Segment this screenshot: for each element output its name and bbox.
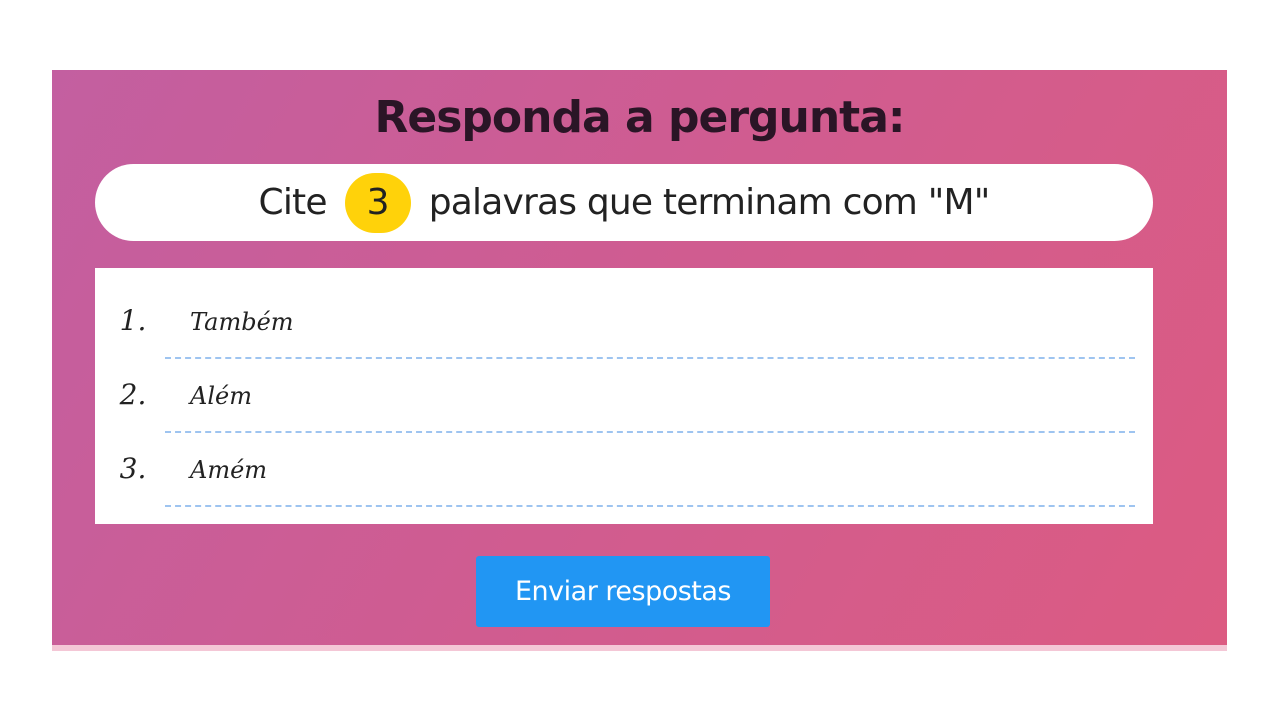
panel-bottom-strip <box>52 645 1227 651</box>
answer-number: 1. <box>119 304 147 337</box>
answer-row[interactable]: 1. Também <box>95 268 1153 359</box>
answer-input[interactable]: Amém <box>190 456 267 484</box>
answer-count-badge: 3 <box>344 172 411 233</box>
question-banner: Cite 3 palavras que terminam com "M" <box>95 164 1153 241</box>
page-title: Responda a pergunta: <box>374 92 906 143</box>
answer-input[interactable]: Além <box>190 382 252 410</box>
answer-number: 2. <box>119 378 147 411</box>
submit-answers-button[interactable]: Enviar respostas <box>476 556 770 627</box>
answers-card: 1. Também 2. Além 3. Amém <box>95 268 1153 524</box>
question-prefix: Cite <box>258 182 327 223</box>
answer-dashed-line <box>165 505 1135 507</box>
answer-input[interactable]: Também <box>190 308 294 336</box>
question-suffix: palavras que terminam com "M" <box>428 182 991 223</box>
answer-row[interactable]: 2. Além <box>95 342 1153 433</box>
answer-row[interactable]: 3. Amém <box>95 416 1153 507</box>
answer-number: 3. <box>119 452 147 485</box>
